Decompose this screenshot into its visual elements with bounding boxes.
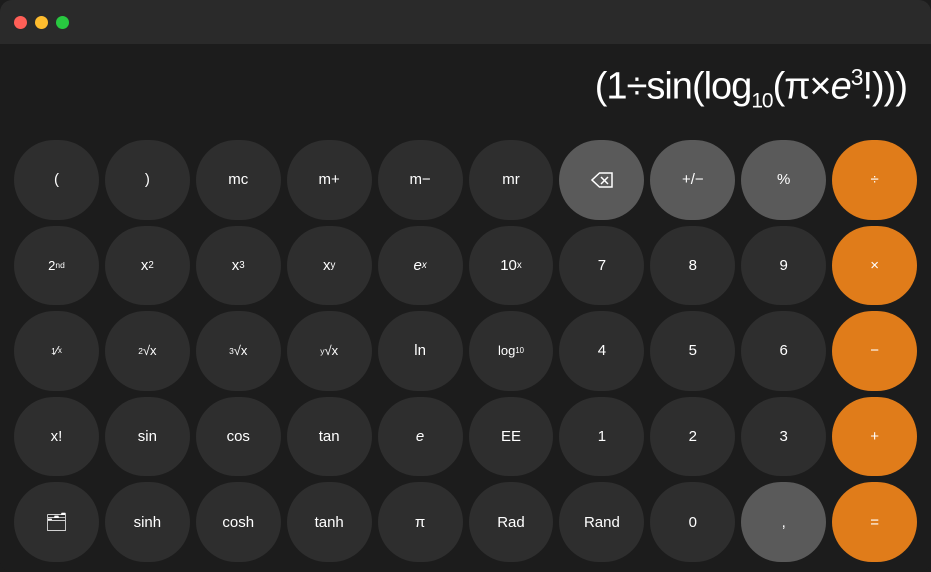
equals-button[interactable]: = [832,482,917,562]
mc-button[interactable]: mc [196,140,281,220]
m-minus-button[interactable]: m− [378,140,463,220]
subtract-button[interactable]: − [832,311,917,391]
multiply-button[interactable]: × [832,226,917,306]
three-button[interactable]: 3 [741,397,826,477]
zero-button[interactable]: 0 [650,482,735,562]
cbrt-button[interactable]: 3√x [196,311,281,391]
mr-button[interactable]: mr [469,140,554,220]
row-trig: x! sin cos tan e EE 1 2 3 + [14,397,917,477]
one-button[interactable]: 1 [559,397,644,477]
rand-button[interactable]: Rand [559,482,644,562]
add-button[interactable]: + [832,397,917,477]
m-plus-button[interactable]: m+ [287,140,372,220]
log10-button[interactable]: log10 [469,311,554,391]
row-root: 1⁄x 2√x 3√x y√x ln log10 4 5 6 − [14,311,917,391]
row-power: 2nd x2 x3 xy ex 10x 7 8 9 × [14,226,917,306]
ee-button[interactable]: EE [469,397,554,477]
reciprocal-button[interactable]: 1⁄x [14,311,99,391]
title-bar [0,0,931,44]
x-to-y-button[interactable]: xy [287,226,372,306]
plus-minus-button[interactable]: +/− [650,140,735,220]
backspace-button[interactable] [559,140,644,220]
divide-button[interactable]: ÷ [832,140,917,220]
sinh-button[interactable]: sinh [105,482,190,562]
close-button[interactable] [14,16,27,29]
pi-button[interactable]: π [378,482,463,562]
calculator-window: (1÷sin(log10(π×e3!))) ( ) mc m+ m− mr +/… [0,0,931,572]
sqrt-button[interactable]: 2√x [105,311,190,391]
row-memory: ( ) mc m+ m− mr +/− % ÷ [14,140,917,220]
e-const-button[interactable]: e [378,397,463,477]
yth-root-button[interactable]: y√x [287,311,372,391]
rad-button[interactable]: Rad [469,482,554,562]
10-to-x-button[interactable]: 10x [469,226,554,306]
five-button[interactable]: 5 [650,311,735,391]
converter-button[interactable]: 🗂 [14,482,99,562]
six-button[interactable]: 6 [741,311,826,391]
x-squared-button[interactable]: x2 [105,226,190,306]
tan-button[interactable]: tan [287,397,372,477]
minimize-button[interactable] [35,16,48,29]
row-hyp: 🗂 sinh cosh tanh π Rad Rand 0 , = [14,482,917,562]
open-paren-button[interactable]: ( [14,140,99,220]
close-paren-button[interactable]: ) [105,140,190,220]
four-button[interactable]: 4 [559,311,644,391]
keypad: ( ) mc m+ m− mr +/− % ÷ 2nd x2 x3 xy ex [0,134,931,572]
decimal-button[interactable]: , [741,482,826,562]
e-to-x-button[interactable]: ex [378,226,463,306]
factorial-button[interactable]: x! [14,397,99,477]
eight-button[interactable]: 8 [650,226,735,306]
display: (1÷sin(log10(π×e3!))) [0,44,931,134]
cosh-button[interactable]: cosh [196,482,281,562]
percent-button[interactable]: % [741,140,826,220]
second-button[interactable]: 2nd [14,226,99,306]
tanh-button[interactable]: tanh [287,482,372,562]
seven-button[interactable]: 7 [559,226,644,306]
nine-button[interactable]: 9 [741,226,826,306]
ln-button[interactable]: ln [378,311,463,391]
two-button[interactable]: 2 [650,397,735,477]
sin-button[interactable]: sin [105,397,190,477]
x-cubed-button[interactable]: x3 [196,226,281,306]
display-formula: (1÷sin(log10(π×e3!))) [595,64,907,113]
maximize-button[interactable] [56,16,69,29]
cos-button[interactable]: cos [196,397,281,477]
